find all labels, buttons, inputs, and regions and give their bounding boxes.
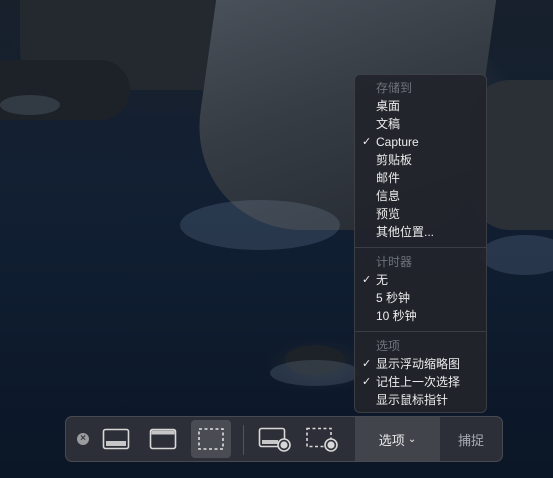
toolbar-divider [243, 425, 244, 455]
close-icon[interactable]: × [77, 433, 89, 445]
menu-item-remember-last-selection[interactable]: ✓ 记住上一次选择 [355, 373, 486, 391]
menu-header-timer: 计时器 [376, 255, 413, 269]
menu-header-save-to: 存储到 [376, 81, 413, 95]
record-entire-screen-icon [258, 427, 291, 452]
chevron-down-icon: ⌄ [407, 433, 417, 445]
record-selection-button[interactable] [303, 420, 341, 458]
menu-item-mail[interactable]: 邮件 [355, 169, 486, 187]
menu-item-label: 邮件 [376, 171, 401, 185]
menu-header-options: 选项 [376, 339, 401, 353]
menu-item-clipboard[interactable]: 剪贴板 [355, 151, 486, 169]
menu-item-label: 文稿 [376, 117, 401, 131]
record-selection-icon [306, 427, 338, 452]
menu-item-label: 显示鼠标指针 [376, 393, 449, 407]
checkmark-icon: ✓ [362, 358, 372, 370]
menu-item-timer-none[interactable]: ✓ 无 [355, 271, 486, 289]
menu-separator [355, 331, 486, 332]
options-button[interactable]: 选项 ⌄ [355, 417, 440, 461]
checkmark-icon: ✓ [362, 274, 372, 286]
menu-item-label: 5 秒钟 [376, 291, 411, 305]
options-label: 选项 [378, 432, 405, 448]
capture-button[interactable]: 捕捉 [440, 417, 502, 461]
menu-item-show-mouse-pointer[interactable]: 显示鼠标指针 [355, 391, 486, 409]
checkmark-icon: ✓ [362, 376, 372, 388]
menu-item-label: 桌面 [376, 99, 401, 113]
menu-item-documents[interactable]: 文稿 [355, 115, 486, 133]
menu-item-label: 无 [376, 273, 389, 287]
menu-item-other-location[interactable]: 其他位置... [355, 223, 486, 241]
wallpaper-foam [270, 360, 360, 386]
checkmark-icon: ✓ [362, 136, 372, 148]
capture-selection-icon [198, 428, 224, 450]
wallpaper-foam [0, 95, 60, 115]
capture-label: 捕捉 [457, 432, 484, 448]
record-entire-screen-button[interactable] [256, 420, 294, 458]
screenshot-toolbar: × 选项 ⌄ 捕捉 [65, 416, 503, 462]
menu-item-label: 其他位置... [376, 225, 435, 239]
menu-item-capture-folder[interactable]: ✓ Capture [355, 133, 486, 151]
menu-item-desktop[interactable]: 桌面 [355, 97, 486, 115]
menu-item-label: 记住上一次选择 [376, 375, 461, 389]
menu-item-timer-5s[interactable]: 5 秒钟 [355, 289, 486, 307]
capture-entire-screen-icon [102, 428, 130, 450]
menu-item-label: 预览 [376, 207, 401, 221]
capture-entire-screen-button[interactable] [99, 420, 133, 458]
menu-item-show-floating-thumbnail[interactable]: ✓ 显示浮动缩略图 [355, 355, 486, 373]
capture-window-button[interactable] [146, 420, 180, 458]
menu-item-label: 10 秒钟 [376, 309, 417, 323]
menu-item-label: Capture [376, 135, 419, 149]
menu-separator [355, 247, 486, 248]
menu-item-label: 显示浮动缩略图 [376, 357, 461, 371]
wallpaper-foam [480, 235, 553, 275]
menu-item-messages[interactable]: 信息 [355, 187, 486, 205]
capture-window-icon [149, 428, 177, 450]
capture-selection-button[interactable] [191, 420, 231, 458]
wallpaper-foam [180, 200, 340, 250]
menu-item-preview[interactable]: 预览 [355, 205, 486, 223]
options-menu: 存储到 桌面 文稿 ✓ Capture 剪贴板 邮件 信息 预览 其他位置... … [354, 74, 487, 413]
menu-item-timer-10s[interactable]: 10 秒钟 [355, 307, 486, 325]
menu-item-label: 剪贴板 [376, 153, 413, 167]
menu-item-label: 信息 [376, 189, 401, 203]
